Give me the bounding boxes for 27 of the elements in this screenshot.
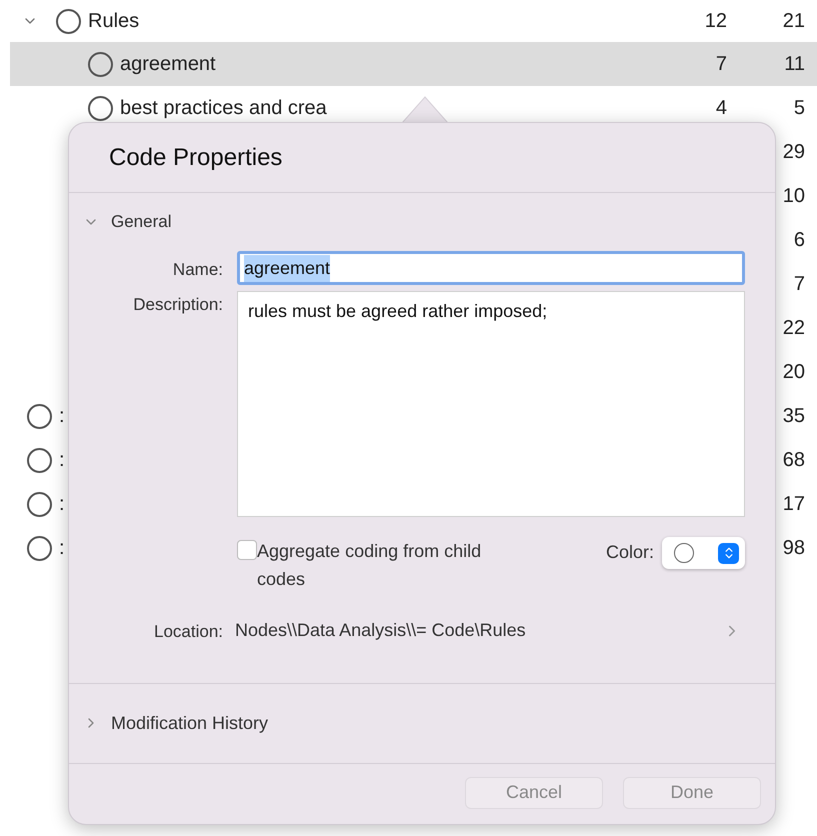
row-label: : — [59, 536, 65, 561]
count-cell-text: 5 — [792, 96, 805, 121]
count-cell-text: 68 — [782, 448, 805, 473]
count-cell-text: 20 — [782, 360, 805, 385]
count-cell-text: 11 — [783, 52, 805, 77]
field-label: Location: — [153, 621, 223, 643]
row-label: : — [59, 492, 65, 517]
field-value: agreement — [244, 254, 330, 282]
count-cell-text: 21 — [782, 9, 805, 34]
count-cell-text: 12 — [704, 9, 727, 34]
field-label: Description: — [132, 294, 223, 316]
count-cell-text: 4 — [714, 96, 727, 121]
row-label: : — [59, 404, 65, 429]
count-cell-text: 17 — [782, 492, 805, 517]
row-label: : — [59, 448, 65, 473]
row-label: best practices and crea — [120, 96, 327, 121]
checkbox-label: Aggregate coding from child codes — [257, 540, 482, 591]
count-cell-text: 35 — [782, 404, 805, 429]
field-label: Name: — [172, 259, 223, 281]
count-cell-text: 10 — [782, 184, 805, 209]
field-label: Color: — [606, 541, 654, 564]
count-cell-text: 98 — [782, 536, 805, 561]
location-path: Nodes\\Data Analysis\\= Code\Rules — [235, 619, 526, 642]
popover-title: Code Properties — [109, 142, 282, 172]
row-label: agreement — [120, 52, 216, 77]
row-label: Rules — [88, 9, 140, 34]
count-cell-text: 7 — [714, 52, 727, 77]
